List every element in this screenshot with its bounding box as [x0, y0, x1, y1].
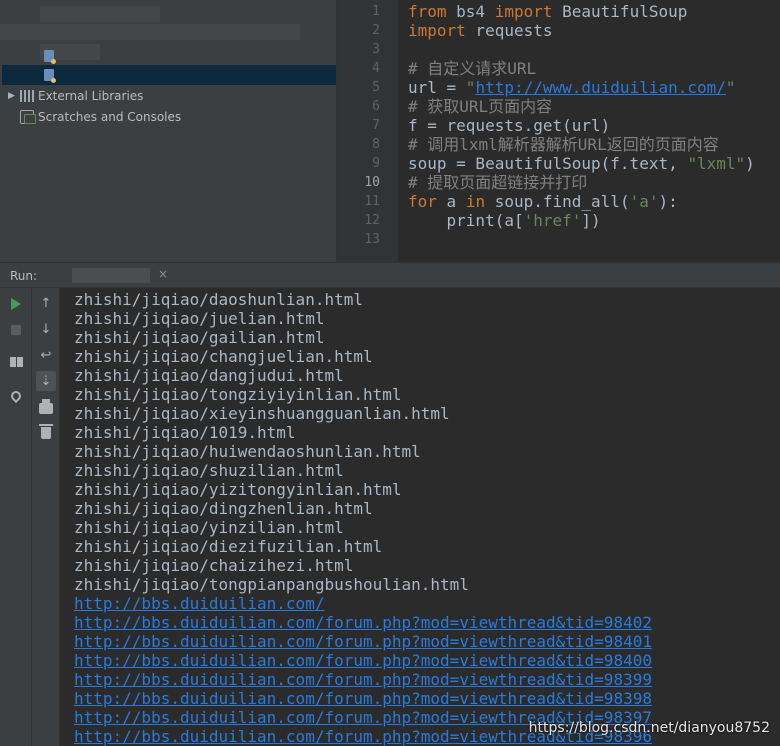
console-link[interactable]: http://bbs.duiduilian.com/forum.php?mod=… — [74, 632, 652, 651]
print-button[interactable] — [36, 398, 56, 418]
blurred-tree-item — [0, 24, 300, 40]
line-number: 11 — [364, 194, 380, 209]
line-number: 4 — [372, 61, 380, 76]
project-tree-panel: ▶ External Libraries Scratches and Conso… — [0, 0, 336, 262]
code-editor[interactable]: from bs4 import BeautifulSoup import req… — [398, 0, 780, 262]
pin-icon — [8, 388, 24, 404]
soft-wrap-button[interactable]: ↩ — [36, 345, 56, 365]
console-line: zhishi/jiqiao/huiwendaoshunlian.html — [74, 442, 421, 461]
line-number: 12 — [364, 213, 380, 228]
code-line-6: # 获取URL页面内容 — [408, 97, 553, 116]
scroll-up-button[interactable]: ↑ — [36, 293, 56, 313]
run-panel-header: Run: × — [0, 262, 780, 288]
stop-icon — [11, 325, 21, 335]
scroll-to-end-button[interactable]: ⇣ — [36, 371, 56, 391]
tree-item-external-libraries[interactable]: ▶ External Libraries — [8, 86, 143, 106]
expand-arrow-icon[interactable]: ▶ — [8, 91, 18, 101]
console-line: zhishi/jiqiao/tongziyiyinlian.html — [74, 385, 402, 404]
console-line: zhishi/jiqiao/dingzhenlian.html — [74, 499, 373, 518]
console-line: zhishi/jiqiao/tongpianpangbushoulian.htm… — [74, 575, 469, 594]
line-number: 5 — [372, 80, 380, 95]
close-tab-icon[interactable]: × — [158, 267, 168, 281]
console-line: zhishi/jiqiao/daoshunlian.html — [74, 290, 363, 309]
console-line: zhishi/jiqiao/shuzilian.html — [74, 461, 344, 480]
python-file-icon — [44, 69, 56, 83]
console-lines: zhishi/jiqiao/daoshunlian.html zhishi/ji… — [74, 290, 652, 746]
blurred-tree-item — [40, 6, 160, 22]
arrow-up-icon: ↑ — [40, 295, 52, 311]
code-line-1: from bs4 import BeautifulSoup — [408, 2, 688, 21]
line-number: 1 — [372, 4, 380, 19]
line-number: 9 — [372, 156, 380, 171]
console-line: zhishi/jiqiao/dangjudui.html — [74, 366, 344, 385]
console-line: zhishi/jiqiao/diezifuzilian.html — [74, 537, 383, 556]
line-number: 3 — [372, 42, 380, 57]
console-line: zhishi/jiqiao/changjuelian.html — [74, 347, 373, 366]
line-number-current: 10 — [364, 175, 380, 190]
code-line-2: import requests — [408, 21, 553, 40]
layout-icon — [9, 357, 23, 367]
python-file-icon — [44, 50, 56, 64]
code-line-11: for a in soup.find_all('a'): — [408, 192, 678, 211]
run-config-tab[interactable]: × — [54, 266, 172, 286]
soft-wrap-icon: ↩ — [40, 347, 52, 363]
clear-all-button[interactable] — [36, 423, 56, 443]
libraries-icon — [20, 90, 34, 102]
console-line: zhishi/jiqiao/juelian.html — [74, 309, 325, 328]
code-line-12: print(a['href']) — [408, 211, 601, 230]
code-line-8: # 调用lxml解析器解析URL返回的页面内容 — [408, 135, 719, 154]
console-link[interactable]: http://bbs.duiduilian.com/ — [74, 594, 652, 613]
tree-item-scratches[interactable]: Scratches and Consoles — [8, 107, 181, 127]
line-number: 2 — [372, 23, 380, 38]
scroll-down-button[interactable]: ↓ — [36, 319, 56, 339]
play-icon — [11, 298, 21, 310]
console-link[interactable]: http://bbs.duiduilian.com/forum.php?mod=… — [74, 613, 652, 632]
stop-button[interactable] — [6, 320, 26, 340]
blurred-tab-title — [72, 268, 150, 283]
run-toolbar-right: ↑ ↓ ↩ ⇣ — [32, 288, 60, 746]
code-line-4: # 自定义请求URL — [408, 59, 537, 78]
line-number: 6 — [372, 99, 380, 114]
console-line: zhishi/jiqiao/gailian.html — [74, 328, 325, 347]
line-number: 8 — [372, 137, 380, 152]
console-line: zhishi/jiqiao/chaizihezi.html — [74, 556, 354, 575]
console-output[interactable]: zhishi/jiqiao/daoshunlian.html zhishi/ji… — [60, 288, 780, 746]
code-line-7: f = requests.get(url) — [408, 116, 611, 135]
run-toolbar-left — [0, 288, 32, 746]
console-link[interactable]: http://bbs.duiduilian.com/forum.php?mod=… — [74, 670, 652, 689]
scratches-label: Scratches and Consoles — [38, 110, 182, 124]
run-label: Run: — [10, 269, 38, 283]
code-line-10: # 提取页面超链接并打印 — [408, 173, 588, 192]
code-url-link[interactable]: http://www.duiduilian.com/ — [475, 78, 725, 97]
restore-layout-button[interactable] — [6, 352, 26, 372]
console-line: zhishi/jiqiao/yinzilian.html — [74, 518, 344, 537]
print-icon — [39, 398, 53, 414]
console-line: zhishi/jiqiao/yizitongyinlian.html — [74, 480, 402, 499]
console-line: zhishi/jiqiao/1019.html — [74, 423, 296, 442]
code-line-9: soup = BeautifulSoup(f.text, "lxml") — [408, 154, 755, 173]
pin-tab-button[interactable] — [6, 386, 26, 406]
console-line: zhishi/jiqiao/xieyinshuangguanlian.html — [74, 404, 450, 423]
line-number: 7 — [372, 118, 380, 133]
rerun-button[interactable] — [6, 294, 26, 314]
console-link[interactable]: http://bbs.duiduilian.com/forum.php?mod=… — [74, 689, 652, 708]
console-link[interactable]: http://bbs.duiduilian.com/forum.php?mod=… — [74, 651, 652, 670]
scratches-icon — [20, 110, 36, 124]
line-number-gutter: 1 2 3 4 5 6 7 8 9 10 11 12 13 — [338, 0, 410, 262]
code-line-5: url = "http://www.duiduilian.com/" — [408, 78, 736, 97]
arrow-down-icon: ↓ — [40, 321, 52, 337]
watermark-text: https://blog.csdn.net/dianyou8752 — [528, 720, 770, 736]
scroll-to-end-icon: ⇣ — [40, 373, 52, 389]
external-libraries-label: External Libraries — [38, 89, 144, 103]
trash-icon — [39, 424, 53, 439]
line-number: 13 — [364, 232, 380, 247]
